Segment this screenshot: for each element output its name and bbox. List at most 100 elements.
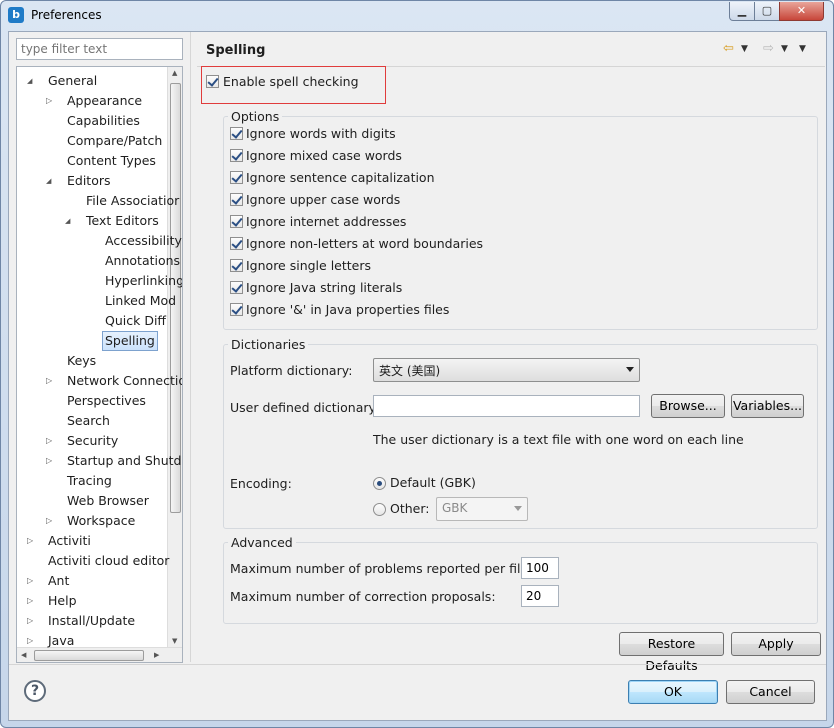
variables-button[interactable]: Variables... xyxy=(731,394,804,418)
minimize-button[interactable]: ▁ xyxy=(729,2,755,21)
tree-item-label: Security xyxy=(67,433,119,448)
tree-item-label: Compare/Patch xyxy=(67,133,163,148)
button-bar-divider xyxy=(9,664,826,665)
max-proposals-input[interactable] xyxy=(521,585,559,607)
tree-item-label: Annotations xyxy=(105,253,181,268)
browse-button[interactable]: Browse... xyxy=(651,394,725,418)
platform-dictionary-select[interactable]: 英文 (美国) xyxy=(373,358,640,382)
tree-item-label: Quick Diff xyxy=(105,313,167,328)
option-checkbox[interactable] xyxy=(230,237,243,250)
option-checkbox[interactable] xyxy=(230,215,243,228)
encoding-other-value: GBK xyxy=(442,501,468,515)
option-label[interactable]: Ignore non-letters at word boundaries xyxy=(246,236,483,251)
back-arrow-icon[interactable]: ⇦ xyxy=(723,41,734,56)
expand-closed-icon[interactable] xyxy=(46,371,56,391)
tree-item-label: Keys xyxy=(67,353,97,368)
option-label[interactable]: Ignore internet addresses xyxy=(246,214,406,229)
tree-item-label: Web Browser xyxy=(67,493,149,508)
user-dictionary-input[interactable] xyxy=(373,395,640,417)
dictionaries-group-title: Dictionaries xyxy=(228,337,309,352)
expand-open-icon[interactable] xyxy=(27,71,37,91)
option-label[interactable]: Ignore single letters xyxy=(246,258,371,273)
expand-closed-icon[interactable] xyxy=(27,571,37,591)
chevron-down-icon xyxy=(514,506,522,511)
expand-closed-icon[interactable] xyxy=(27,531,37,551)
close-button[interactable]: ✕ xyxy=(779,2,824,21)
help-icon[interactable]: ? xyxy=(24,680,46,702)
filter-input[interactable] xyxy=(16,38,183,60)
back-dropdown-icon[interactable]: ▼ xyxy=(741,44,748,54)
expand-closed-icon[interactable] xyxy=(27,611,37,631)
expand-closed-icon[interactable] xyxy=(46,431,56,451)
advanced-group xyxy=(223,542,818,624)
expand-open-icon[interactable] xyxy=(46,171,56,191)
tree-hscroll-thumb[interactable] xyxy=(34,650,144,661)
restore-defaults-button[interactable]: Restore Defaults xyxy=(619,632,724,673)
dialog-body: ▲ ▼ ◀ ▶ GeneralAppearanceCapabilitiesCom… xyxy=(8,31,827,721)
app-icon: b xyxy=(8,7,24,23)
expand-closed-icon[interactable] xyxy=(27,591,37,611)
ok-button[interactable]: OK xyxy=(628,680,718,704)
tree-item-label: Editors xyxy=(67,173,111,188)
maximize-button[interactable]: ▢ xyxy=(754,2,780,21)
tree-item-label: Java xyxy=(48,633,75,648)
option-label[interactable]: Ignore '&' in Java properties files xyxy=(246,302,449,317)
tree-horizontal-scrollbar[interactable]: ◀ ▶ xyxy=(17,647,182,662)
preference-tree: ▲ ▼ ◀ ▶ GeneralAppearanceCapabilitiesCom… xyxy=(16,66,183,663)
max-proposals-label: Maximum number of correction proposals: xyxy=(230,589,496,604)
expand-open-icon[interactable] xyxy=(65,211,75,231)
tree-item-label: Install/Update xyxy=(48,613,136,628)
option-label[interactable]: Ignore sentence capitalization xyxy=(246,170,435,185)
encoding-default-label[interactable]: Default (GBK) xyxy=(390,475,476,490)
tree-item-label: Hyperlinking xyxy=(105,273,183,288)
encoding-other-select[interactable]: GBK xyxy=(436,497,528,521)
tree-item-label: File Associatior xyxy=(86,193,180,208)
option-label[interactable]: Ignore mixed case words xyxy=(246,148,402,163)
tree-item-label: Activiti xyxy=(48,533,91,548)
encoding-other-radio[interactable] xyxy=(373,503,386,516)
option-checkbox[interactable] xyxy=(230,303,243,316)
tree-item-label: Help xyxy=(48,593,77,608)
forward-arrow-icon[interactable]: ⇨ xyxy=(763,41,774,56)
tree-item-label: Accessibility xyxy=(105,233,182,248)
tree-item-label: Ant xyxy=(48,573,70,588)
chevron-down-icon xyxy=(626,367,634,372)
cancel-button[interactable]: Cancel xyxy=(726,680,815,704)
expand-closed-icon[interactable] xyxy=(46,451,56,471)
expand-closed-icon[interactable] xyxy=(46,91,56,111)
expand-closed-icon[interactable] xyxy=(27,631,37,651)
enable-spell-label[interactable]: Enable spell checking xyxy=(223,74,359,89)
option-label[interactable]: Ignore words with digits xyxy=(246,126,396,141)
tree-item-label: Capabilities xyxy=(67,113,140,128)
option-label[interactable]: Ignore upper case words xyxy=(246,192,400,207)
view-menu-icon[interactable]: ▼ xyxy=(799,44,806,54)
option-checkbox[interactable] xyxy=(230,171,243,184)
advanced-group-title: Advanced xyxy=(228,535,296,550)
user-dictionary-hint: The user dictionary is a text file with … xyxy=(373,432,744,447)
forward-dropdown-icon[interactable]: ▼ xyxy=(781,44,788,54)
option-checkbox[interactable] xyxy=(230,149,243,162)
max-problems-input[interactable] xyxy=(521,557,559,579)
tree-item-label: Workspace xyxy=(67,513,136,528)
option-checkbox[interactable] xyxy=(230,127,243,140)
encoding-other-label[interactable]: Other: xyxy=(390,501,429,516)
window-title: Preferences xyxy=(31,8,102,22)
tree-item-label: Appearance xyxy=(67,93,143,108)
apply-button[interactable]: Apply xyxy=(731,632,821,656)
expand-closed-icon[interactable] xyxy=(46,511,56,531)
option-checkbox[interactable] xyxy=(230,281,243,294)
option-checkbox[interactable] xyxy=(230,193,243,206)
option-label[interactable]: Ignore Java string literals xyxy=(246,280,402,295)
platform-dictionary-label: Platform dictionary: xyxy=(230,363,353,378)
enable-spell-checkbox[interactable] xyxy=(206,75,219,88)
panel-sash[interactable] xyxy=(190,32,193,662)
tree-item-label: Text Editors xyxy=(86,213,159,228)
max-problems-label: Maximum number of problems reported per … xyxy=(230,561,533,576)
user-dictionary-label: User defined dictionary: xyxy=(230,400,380,415)
tree-item-label: Activiti cloud editor xyxy=(48,553,170,568)
encoding-default-radio[interactable] xyxy=(373,477,386,490)
page-navigation: ⇦ ▼ ⇨ ▼ ▼ xyxy=(723,41,821,57)
page-title: Spelling xyxy=(206,43,266,58)
option-checkbox[interactable] xyxy=(230,259,243,272)
tree-item-label: Network Connectio xyxy=(67,373,183,388)
